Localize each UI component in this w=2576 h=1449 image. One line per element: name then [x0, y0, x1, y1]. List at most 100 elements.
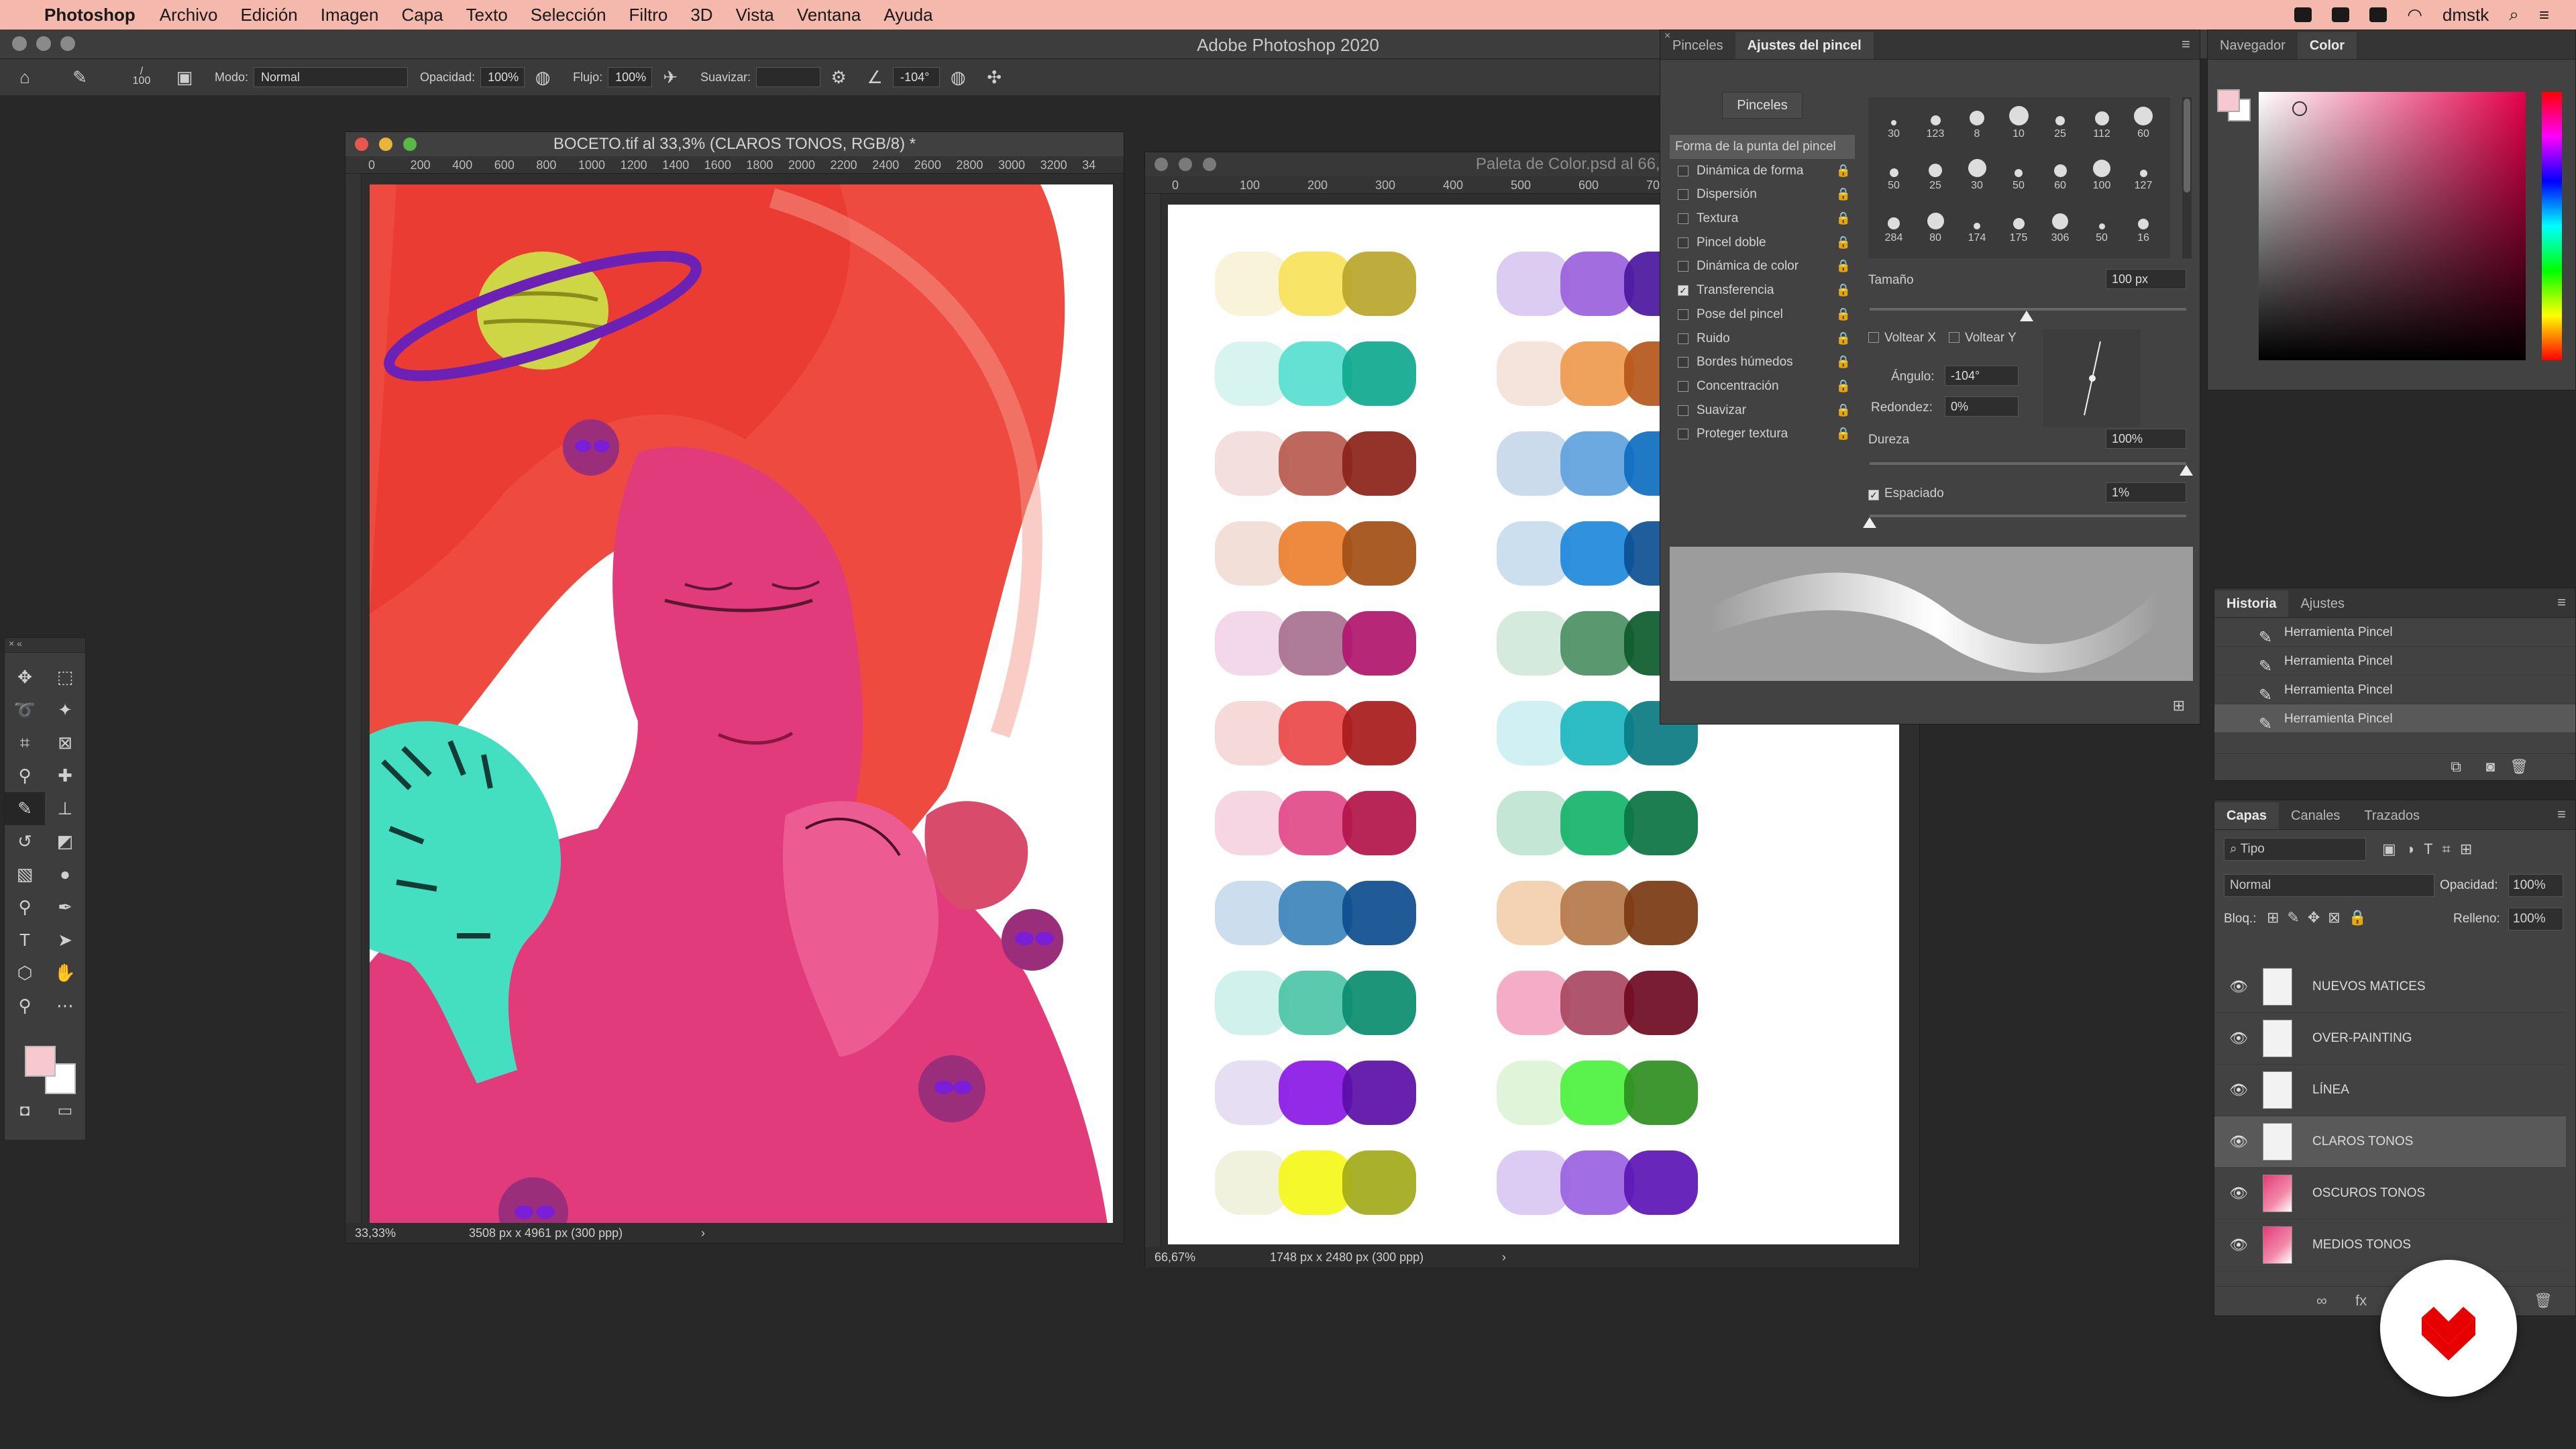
brush-tip[interactable]: 50: [1874, 152, 1914, 192]
brush-option-item[interactable]: ✓ Transferencia 🔒: [1670, 278, 1855, 303]
layer-row[interactable]: 👁 LÍNEA: [2214, 1065, 2566, 1116]
status-app-icon[interactable]: [2294, 7, 2312, 22]
zoom-level[interactable]: 33,33%: [355, 1223, 396, 1243]
menu-archivo[interactable]: Archivo: [160, 5, 218, 25]
brush-panel-menu-icon[interactable]: ≡: [2182, 36, 2190, 53]
palette-swatch[interactable]: [1497, 1150, 1570, 1215]
brush-option-item[interactable]: Suavizar 🔒: [1670, 398, 1855, 423]
blur-tool-icon[interactable]: ●: [45, 858, 85, 891]
brush-option-item[interactable]: Dispersión 🔒: [1670, 182, 1855, 207]
layer-opacity-field[interactable]: 100%: [2508, 874, 2563, 897]
history-menu-icon[interactable]: ≡: [2557, 594, 2566, 611]
palette-swatch[interactable]: [1560, 1061, 1634, 1125]
palette-swatch[interactable]: [1497, 431, 1570, 496]
palette-swatch[interactable]: [1560, 1150, 1634, 1215]
brush-option-checkbox[interactable]: [1678, 357, 1688, 368]
palette-swatch[interactable]: [1624, 791, 1698, 855]
palette-swatch[interactable]: [1560, 252, 1634, 316]
path-selection-tool-icon[interactable]: ➤: [45, 924, 85, 957]
layer-row[interactable]: 👁 OVER-PAINTING: [2214, 1013, 2566, 1065]
tab-ajustes[interactable]: Ajustes: [2288, 590, 2357, 617]
layers-menu-icon[interactable]: ≡: [2557, 806, 2566, 823]
blend-mode-select[interactable]: Normal: [2224, 874, 2434, 897]
brush-tip[interactable]: 25: [1915, 152, 1955, 192]
lock-icon[interactable]: 🔒: [1836, 374, 1851, 398]
palette-swatch[interactable]: [1624, 971, 1698, 1035]
angle-field[interactable]: -104°: [1945, 366, 2019, 386]
palette-swatch[interactable]: [1279, 791, 1352, 855]
palette-swatch[interactable]: [1279, 341, 1352, 406]
palette-swatch[interactable]: [1624, 881, 1698, 945]
palette-swatch[interactable]: [1279, 611, 1352, 676]
layer-row[interactable]: 👁 OSCUROS TONOS: [2214, 1168, 2566, 1220]
palette-swatch[interactable]: [1497, 252, 1570, 316]
link-layers-icon[interactable]: ∞: [2316, 1292, 2327, 1309]
dodge-tool-icon[interactable]: ⚲: [5, 891, 45, 924]
new-brush-icon[interactable]: ⊞: [2173, 697, 2185, 714]
palette-swatch[interactable]: [1342, 791, 1416, 855]
brush-option-checkbox[interactable]: [1678, 189, 1688, 201]
lock-icon[interactable]: 🔒: [1836, 398, 1851, 423]
palette-swatch[interactable]: [1560, 701, 1634, 765]
brush-tip[interactable]: 112: [2082, 100, 2122, 140]
history-trash-icon[interactable]: 🗑: [2510, 758, 2528, 775]
lock-icon[interactable]: 🔒: [1836, 254, 1851, 278]
smooth-field[interactable]: [756, 67, 821, 87]
palette-swatch[interactable]: [1215, 431, 1289, 496]
brush-tip[interactable]: 50: [1998, 152, 2039, 192]
angle-roundness-widget[interactable]: [2043, 329, 2141, 427]
palette-swatch[interactable]: [1497, 521, 1570, 586]
layer-thumbnail[interactable]: [2263, 1071, 2292, 1109]
menu-capa[interactable]: Capa: [401, 5, 443, 25]
palette-swatch[interactable]: [1342, 521, 1416, 586]
brush-tip[interactable]: 50: [2082, 204, 2122, 244]
app-name[interactable]: Photoshop: [44, 5, 136, 25]
menu-imagen[interactable]: Imagen: [321, 5, 379, 25]
crop-tool-icon[interactable]: ⌗: [5, 727, 45, 759]
menu-texto[interactable]: Texto: [466, 5, 508, 25]
minimize-palette-button[interactable]: [1179, 158, 1192, 171]
palette-swatch[interactable]: [1342, 881, 1416, 945]
brush-tip[interactable]: 175: [1998, 204, 2039, 244]
brush-tip[interactable]: 100: [2082, 152, 2122, 192]
palette-swatch[interactable]: [1342, 611, 1416, 676]
type-tool-icon[interactable]: T: [5, 924, 45, 957]
brush-tip[interactable]: 174: [1957, 204, 1997, 244]
layer-row[interactable]: 👁 NUEVOS MATICES: [2214, 961, 2566, 1013]
eraser-tool-icon[interactable]: ◩: [45, 825, 85, 858]
history-item[interactable]: ✎ Herramienta Pincel: [2214, 676, 2575, 704]
brush-option-item[interactable]: Textura 🔒: [1670, 207, 1855, 231]
menu-filtro[interactable]: Filtro: [629, 5, 668, 25]
palette-swatch[interactable]: [1497, 881, 1570, 945]
zoom-tool-icon[interactable]: ⚲: [5, 989, 45, 1022]
brush-option-checkbox[interactable]: [1678, 333, 1688, 344]
palette-swatch[interactable]: [1215, 701, 1289, 765]
mode-select[interactable]: Normal: [254, 67, 409, 87]
layer-name[interactable]: MEDIOS TONOS: [2312, 1238, 2411, 1252]
palette-vertical-ruler[interactable]: [1145, 194, 1161, 1247]
brand-logo-button[interactable]: [2380, 1260, 2517, 1397]
history-item[interactable]: ✎ Herramienta Pincel: [2214, 647, 2575, 676]
symmetry-icon[interactable]: ✣: [984, 67, 1004, 87]
delete-layer-icon[interactable]: 🗑: [2534, 1292, 2553, 1309]
status-cloud-icon[interactable]: [2369, 7, 2387, 22]
layer-visibility-eye-icon[interactable]: 👁: [2214, 1133, 2263, 1150]
size-field[interactable]: 100 px: [2106, 269, 2186, 289]
palette-swatch[interactable]: [1279, 971, 1352, 1035]
stamp-tool-icon[interactable]: ⊥: [45, 792, 85, 825]
layer-thumbnail[interactable]: [2263, 1175, 2292, 1212]
brush-option-item[interactable]: Pose del pincel 🔒: [1670, 303, 1855, 327]
brush-tip[interactable]: 8: [1957, 100, 1997, 140]
brush-option-checkbox[interactable]: [1678, 380, 1688, 392]
palette-swatch[interactable]: [1560, 521, 1634, 586]
gradient-tool-icon[interactable]: ▧: [5, 858, 45, 891]
palette-swatch[interactable]: [1215, 341, 1289, 406]
tab-ajustes-pincel[interactable]: Ajustes del pincel: [1735, 32, 1874, 59]
palette-swatch[interactable]: [1624, 1150, 1698, 1215]
spacing-field[interactable]: 1%: [2106, 482, 2186, 502]
layer-visibility-eye-icon[interactable]: 👁: [2214, 1185, 2263, 1202]
menu-vista[interactable]: Vista: [736, 5, 774, 25]
hardness-slider[interactable]: [1870, 462, 2186, 465]
brush-option-item[interactable]: Concentración 🔒: [1670, 374, 1855, 398]
palette-swatch[interactable]: [1497, 341, 1570, 406]
